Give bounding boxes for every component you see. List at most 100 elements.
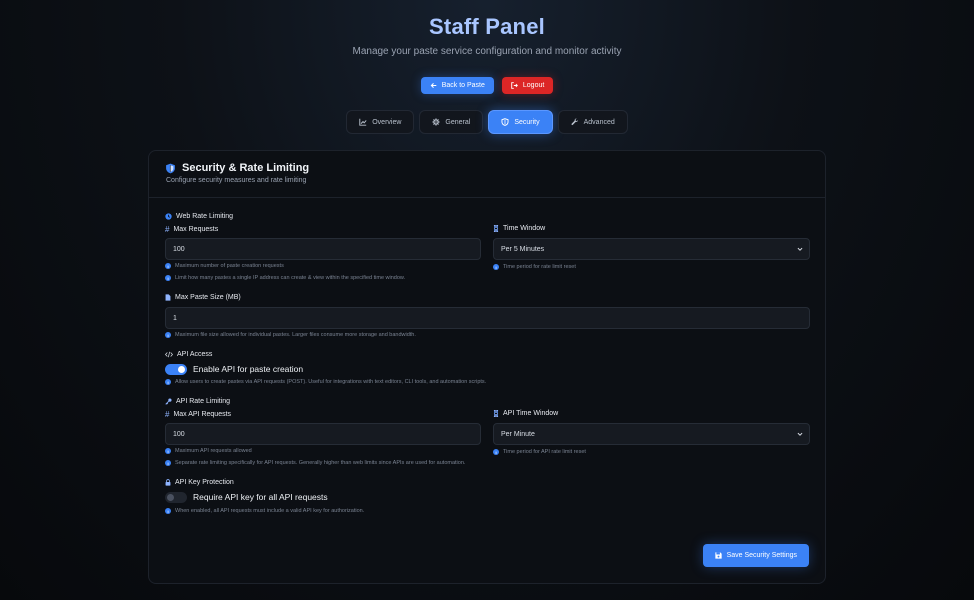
save-security-settings-label: Save Security Settings	[726, 552, 797, 559]
back-to-paste-label: Back to Paste	[441, 82, 485, 89]
card-header: Security & Rate Limiting Configure secur…	[149, 151, 825, 198]
toggle-knob	[167, 494, 174, 501]
tab-advanced[interactable]: Advanced	[557, 110, 628, 134]
time-window-value: Per 5 Minutes	[501, 245, 545, 253]
api-rate-limiting-heading: API Rate Limiting	[165, 398, 230, 405]
api-key-protection-heading: API Key Protection	[165, 479, 234, 486]
arrow-left-icon	[430, 82, 437, 89]
api-key-toggle-label: Require API key for all API requests	[193, 492, 328, 502]
api-access-label: API Access	[177, 351, 213, 358]
max-api-requests-label: Max API Requests	[173, 411, 232, 418]
max-requests-label: Max Requests	[173, 226, 219, 233]
tab-general[interactable]: General	[419, 110, 484, 134]
code-icon	[165, 351, 173, 358]
web-rate-limiting-heading: Web Rate Limiting	[165, 213, 233, 220]
logout-label: Logout	[522, 82, 545, 89]
shield-icon	[165, 163, 176, 174]
web-rate-section-hint-text: Limit how many pastes a single IP addres…	[175, 275, 406, 281]
api-access-toggle[interactable]	[165, 364, 187, 375]
web-rate-section-hint: i Limit how many pastes a single IP addr…	[165, 275, 405, 281]
api-access-heading: API Access	[165, 351, 212, 358]
max-api-requests-input[interactable]: 100	[165, 423, 481, 445]
max-requests-hint-text: Maximum number of paste creation request…	[175, 263, 284, 269]
info-icon: i	[165, 332, 171, 338]
api-key-protection-label: API Key Protection	[175, 479, 234, 486]
hashtag-icon: #	[165, 410, 170, 419]
paste-size-label: Max Paste Size (MB)	[175, 294, 241, 301]
api-access-hint-text: Allow users to create pastes via API req…	[175, 379, 487, 385]
chevron-down-icon	[797, 431, 803, 437]
api-access-toggle-label: Enable API for paste creation	[193, 364, 304, 374]
max-api-requests-heading: # Max API Requests	[165, 410, 231, 419]
save-security-settings-button[interactable]: Save Security Settings	[702, 544, 809, 567]
page-title: Staff Panel	[429, 14, 545, 39]
info-icon: i	[493, 264, 499, 270]
time-window-label: Time Window	[503, 225, 546, 232]
file-icon	[165, 294, 171, 301]
api-rate-limiting-label: API Rate Limiting	[176, 398, 231, 405]
time-window-hint: i Time period for rate limit reset	[493, 264, 576, 270]
api-key-hint: i When enabled, all API requests must in…	[165, 508, 364, 514]
tab-security-label: Security	[514, 118, 540, 126]
paste-size-value: 1	[173, 314, 177, 322]
card-subtitle: Configure security measures and rate lim…	[166, 177, 307, 184]
paste-size-input[interactable]: 1	[165, 307, 810, 329]
paste-size-hint: i Maximum file size allowed for individu…	[165, 332, 416, 338]
api-time-window-value: Per Minute	[501, 430, 535, 438]
info-icon: i	[165, 263, 171, 269]
info-icon: i	[165, 448, 171, 454]
paste-size-hint-text: Maximum file size allowed for individual…	[175, 332, 416, 338]
gear-icon	[432, 118, 441, 126]
info-icon: i	[165, 275, 171, 281]
tab-security[interactable]: Security	[488, 110, 553, 134]
info-icon: i	[493, 449, 499, 455]
tab-overview-label: Overview	[372, 118, 402, 126]
logout-button[interactable]: Logout	[501, 77, 554, 94]
api-key-toggle[interactable]	[165, 492, 187, 503]
shield-icon	[501, 118, 509, 126]
time-window-heading: Time Window	[493, 225, 545, 232]
info-icon: i	[165, 379, 171, 385]
hashtag-icon: #	[165, 225, 170, 234]
page-header: Staff Panel Manage your paste service co…	[0, 0, 974, 57]
tab-advanced-label: Advanced	[583, 118, 615, 126]
api-time-window-heading: API Time Window	[493, 410, 558, 417]
max-api-requests-hint: i Maximum API requests allowed	[165, 448, 252, 454]
max-requests-value: 100	[173, 245, 185, 253]
floppy-disk-icon	[714, 552, 722, 559]
tab-overview[interactable]: Overview	[346, 110, 415, 134]
api-time-window-hint: i Time period for API rate limit reset	[493, 449, 586, 455]
back-to-paste-button[interactable]: Back to Paste	[420, 77, 494, 94]
time-window-hint-text: Time period for rate limit reset	[503, 264, 576, 270]
info-icon: i	[165, 460, 171, 466]
paste-size-heading: Max Paste Size (MB)	[165, 294, 241, 301]
api-access-hint: i Allow users to create pastes via API r…	[165, 379, 486, 385]
api-time-window-select[interactable]: Per Minute	[493, 423, 810, 445]
time-window-select[interactable]: Per 5 Minutes	[493, 238, 810, 260]
top-actions: Back to Paste Logout	[0, 77, 974, 94]
max-api-requests-hint-text: Maximum API requests allowed	[175, 448, 252, 454]
api-time-window-hint-text: Time period for API rate limit reset	[503, 449, 586, 455]
api-rate-section-hint: i Separate rate limiting specifically fo…	[165, 460, 465, 466]
tab-general-label: General	[445, 118, 471, 126]
max-requests-heading: # Max Requests	[165, 225, 218, 234]
hourglass-icon	[493, 225, 499, 232]
clock-icon	[165, 213, 172, 220]
max-requests-input[interactable]: 100	[165, 238, 481, 260]
logout-icon	[511, 82, 518, 89]
security-settings-card: Security & Rate Limiting Configure secur…	[148, 150, 826, 584]
info-icon: i	[165, 508, 171, 514]
page-subtitle: Manage your paste service configuration …	[352, 46, 622, 57]
api-time-window-label: API Time Window	[503, 410, 559, 417]
chevron-down-icon	[797, 246, 803, 252]
web-rate-limiting-label: Web Rate Limiting	[176, 213, 234, 220]
max-requests-hint: i Maximum number of paste creation reque…	[165, 263, 284, 269]
chart-line-icon	[359, 118, 367, 126]
toggle-knob	[178, 366, 185, 373]
card-title: Security & Rate Limiting	[182, 162, 310, 174]
api-rate-section-hint-text: Separate rate limiting specifically for …	[175, 460, 466, 466]
hourglass-icon	[493, 410, 499, 417]
api-key-hint-text: When enabled, all API requests must incl…	[175, 508, 365, 514]
card-title-row: Security & Rate Limiting	[165, 162, 809, 174]
key-icon	[165, 398, 172, 405]
